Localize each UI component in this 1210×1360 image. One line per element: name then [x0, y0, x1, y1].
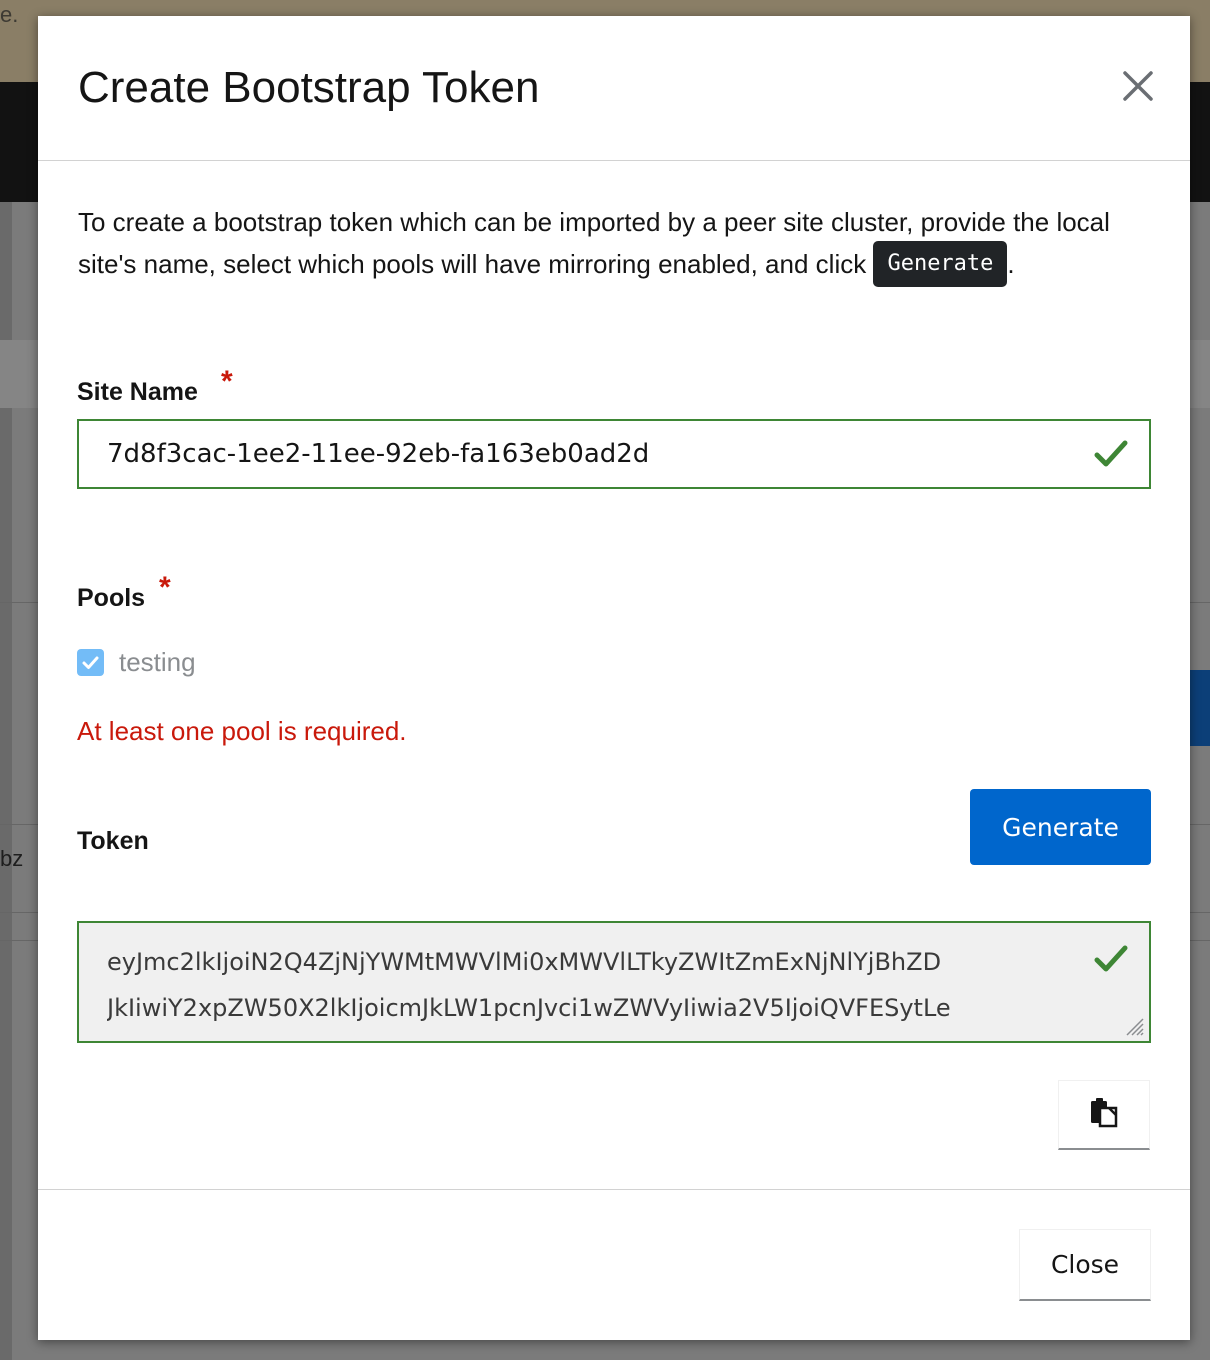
modal-title: Create Bootstrap Token [78, 63, 540, 112]
generate-button[interactable]: Generate [970, 789, 1151, 865]
background-table-text: bz [0, 846, 24, 871]
site-name-field[interactable] [77, 419, 1151, 489]
pool-checkbox-label: testing [119, 647, 196, 677]
modal-body: To create a bootstrap token which can be… [38, 161, 1190, 1189]
intro-text-end: . [1007, 249, 1015, 279]
pools-error-message: At least one pool is required. [77, 716, 407, 746]
close-button[interactable]: Close [1019, 1229, 1151, 1301]
token-textarea[interactable]: eyJmc2lkIjoiN2Q4ZjNjYWMtMWVlMi0xMWVlLTky… [107, 939, 1087, 1031]
pools-required-mark: * [159, 571, 171, 604]
resize-handle-icon[interactable] [1123, 1015, 1145, 1037]
pools-label: Pools [77, 584, 146, 612]
intro-text: To create a bootstrap token which can be… [78, 201, 1158, 289]
create-bootstrap-token-modal: Create Bootstrap Token To create a boots… [38, 16, 1190, 1340]
token-field[interactable]: eyJmc2lkIjoiN2Q4ZjNjYWMtMWVlMi0xMWVlLTky… [77, 921, 1151, 1043]
modal-header: Create Bootstrap Token [38, 16, 1190, 161]
close-icon[interactable] [1116, 64, 1160, 108]
generate-code-chip: Generate [873, 241, 1008, 288]
background-primary-button [1188, 670, 1210, 746]
site-name-input[interactable] [107, 421, 1067, 487]
check-icon [1093, 941, 1129, 977]
modal-footer: Close [38, 1189, 1190, 1341]
copy-to-clipboard-button[interactable] [1058, 1080, 1150, 1150]
check-icon [1093, 436, 1129, 472]
clipboard-icon [1087, 1098, 1121, 1133]
token-label: Token [77, 827, 149, 855]
pool-checkbox[interactable] [77, 649, 104, 676]
site-name-required-mark: * [221, 365, 233, 398]
background-banner-text: e. [0, 2, 19, 27]
site-name-label: Site Name [77, 378, 198, 406]
